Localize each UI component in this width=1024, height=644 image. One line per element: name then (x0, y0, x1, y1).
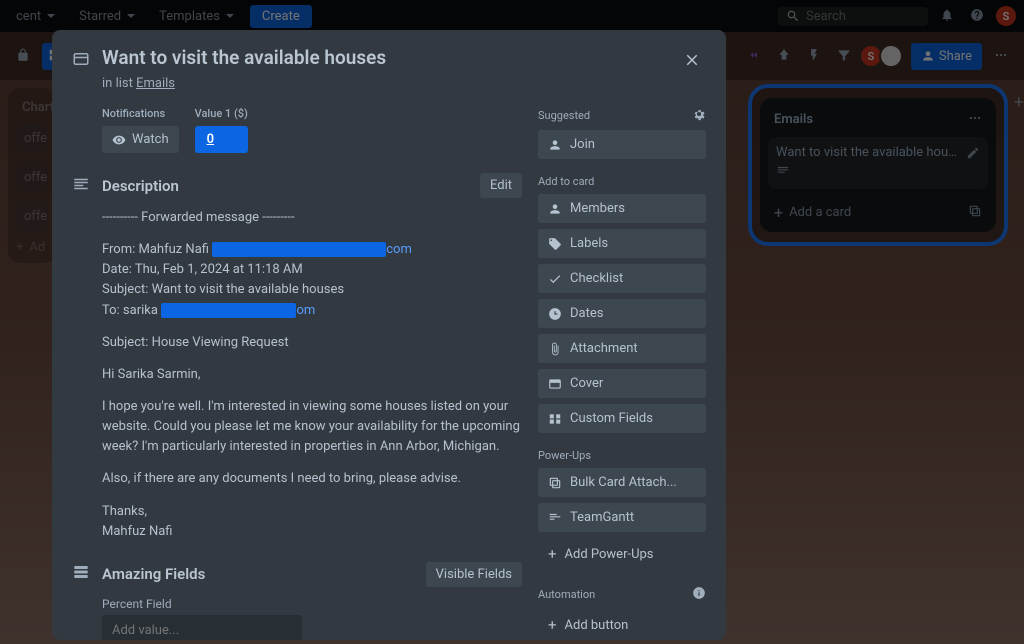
card-modal: Want to visit the available houses in li… (52, 30, 726, 640)
add-to-card-label: Add to card (538, 175, 706, 188)
gear-icon[interactable] (692, 107, 706, 124)
info-icon[interactable] (692, 586, 706, 603)
value-chip[interactable]: 0 (195, 126, 248, 153)
edit-button[interactable]: Edit (480, 173, 522, 198)
amazing-fields-title: Amazing Fields (102, 565, 414, 583)
members-button[interactable]: Members (538, 194, 706, 223)
card-icon (72, 50, 90, 72)
dates-button[interactable]: Dates (538, 299, 706, 328)
automation-label: Automation (538, 586, 706, 603)
list-link[interactable]: Emails (136, 76, 175, 91)
in-list-text: in list Emails (102, 76, 706, 91)
labels-button[interactable]: Labels (538, 229, 706, 258)
description-title: Description (102, 177, 468, 195)
add-powerups-button[interactable]: +Add Power-Ups (538, 538, 706, 570)
watch-button[interactable]: Watch (102, 126, 179, 153)
fields-icon (72, 563, 90, 585)
custom-fields-button[interactable]: Custom Fields (538, 404, 706, 433)
join-button[interactable]: Join (538, 130, 706, 159)
card-title[interactable]: Want to visit the available houses (102, 46, 386, 69)
close-button[interactable] (678, 46, 706, 74)
attachment-button[interactable]: Attachment (538, 334, 706, 363)
bulk-card-button[interactable]: Bulk Card Attach... (538, 468, 706, 497)
suggested-label: Suggested (538, 107, 706, 124)
notifications-label: Notifications (102, 107, 179, 120)
add-button-button[interactable]: +Add button (538, 609, 706, 640)
cover-button[interactable]: Cover (538, 369, 706, 398)
checklist-button[interactable]: Checklist (538, 264, 706, 293)
teamgantt-button[interactable]: TeamGantt (538, 503, 706, 532)
percent-field-label: Percent Field (102, 597, 522, 611)
visible-fields-button[interactable]: Visible Fields (426, 562, 522, 587)
value-label: Value 1 ($) (195, 107, 248, 120)
percent-field-input[interactable] (102, 615, 302, 640)
description-icon (72, 175, 90, 197)
power-ups-label: Power-Ups (538, 449, 706, 462)
description-body[interactable]: ---------- Forwarded message --------- F… (102, 208, 522, 542)
